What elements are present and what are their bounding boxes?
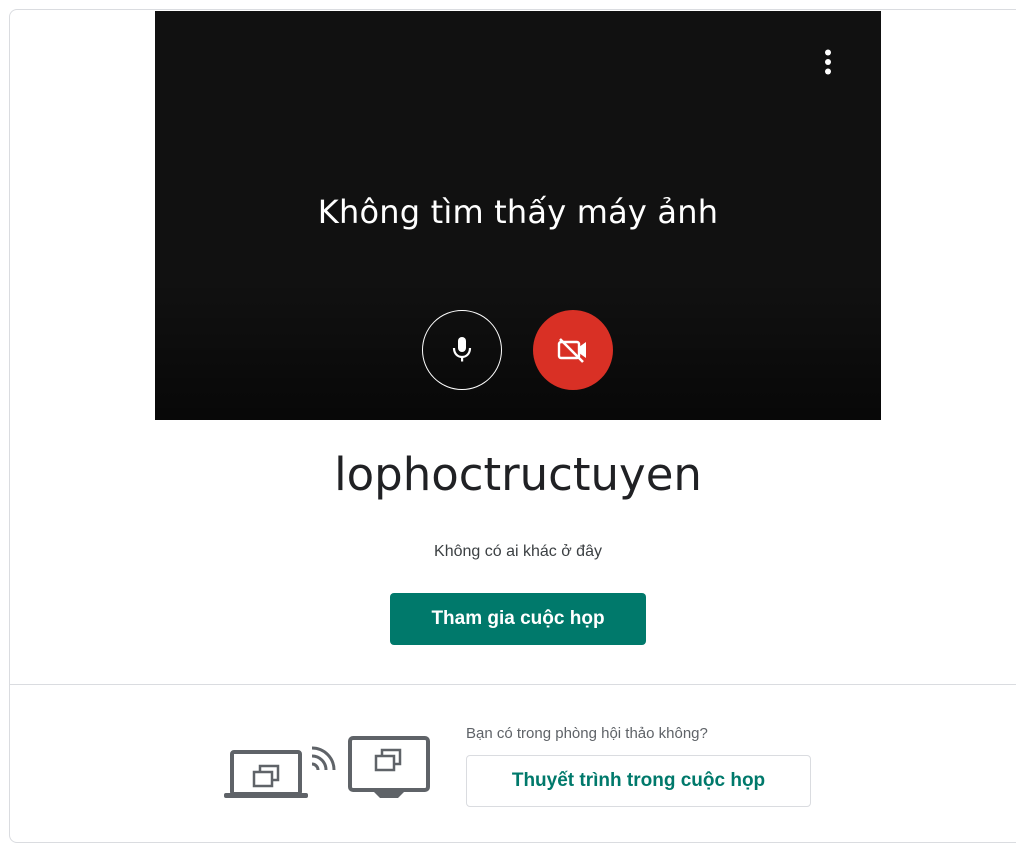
more-options-button[interactable]: [808, 42, 848, 82]
wireless-icon: [311, 746, 336, 771]
microphone-toggle-button[interactable]: [422, 310, 502, 390]
participants-status: Không có ai khác ở đây: [434, 543, 602, 560]
present-illustration: [222, 730, 434, 802]
more-vert-icon: [825, 49, 831, 75]
meeting-title: lophoctructuyen: [334, 448, 702, 501]
preview-gradient: [155, 280, 881, 420]
camera-toggle-button[interactable]: [533, 310, 613, 390]
section-divider: [10, 684, 1016, 685]
present-question: Bạn có trong phòng hội thảo không?: [466, 725, 708, 742]
camera-not-found-message: Không tìm thấy máy ảnh: [317, 193, 719, 231]
mic-icon: [452, 337, 472, 362]
videocam-off-icon: [557, 338, 586, 363]
laptop-icon: [224, 750, 308, 798]
present-in-meeting-button[interactable]: Thuyết trình trong cuộc họp: [466, 755, 811, 807]
join-meeting-button[interactable]: Tham gia cuộc họp: [390, 593, 646, 645]
monitor-icon: [348, 736, 430, 798]
